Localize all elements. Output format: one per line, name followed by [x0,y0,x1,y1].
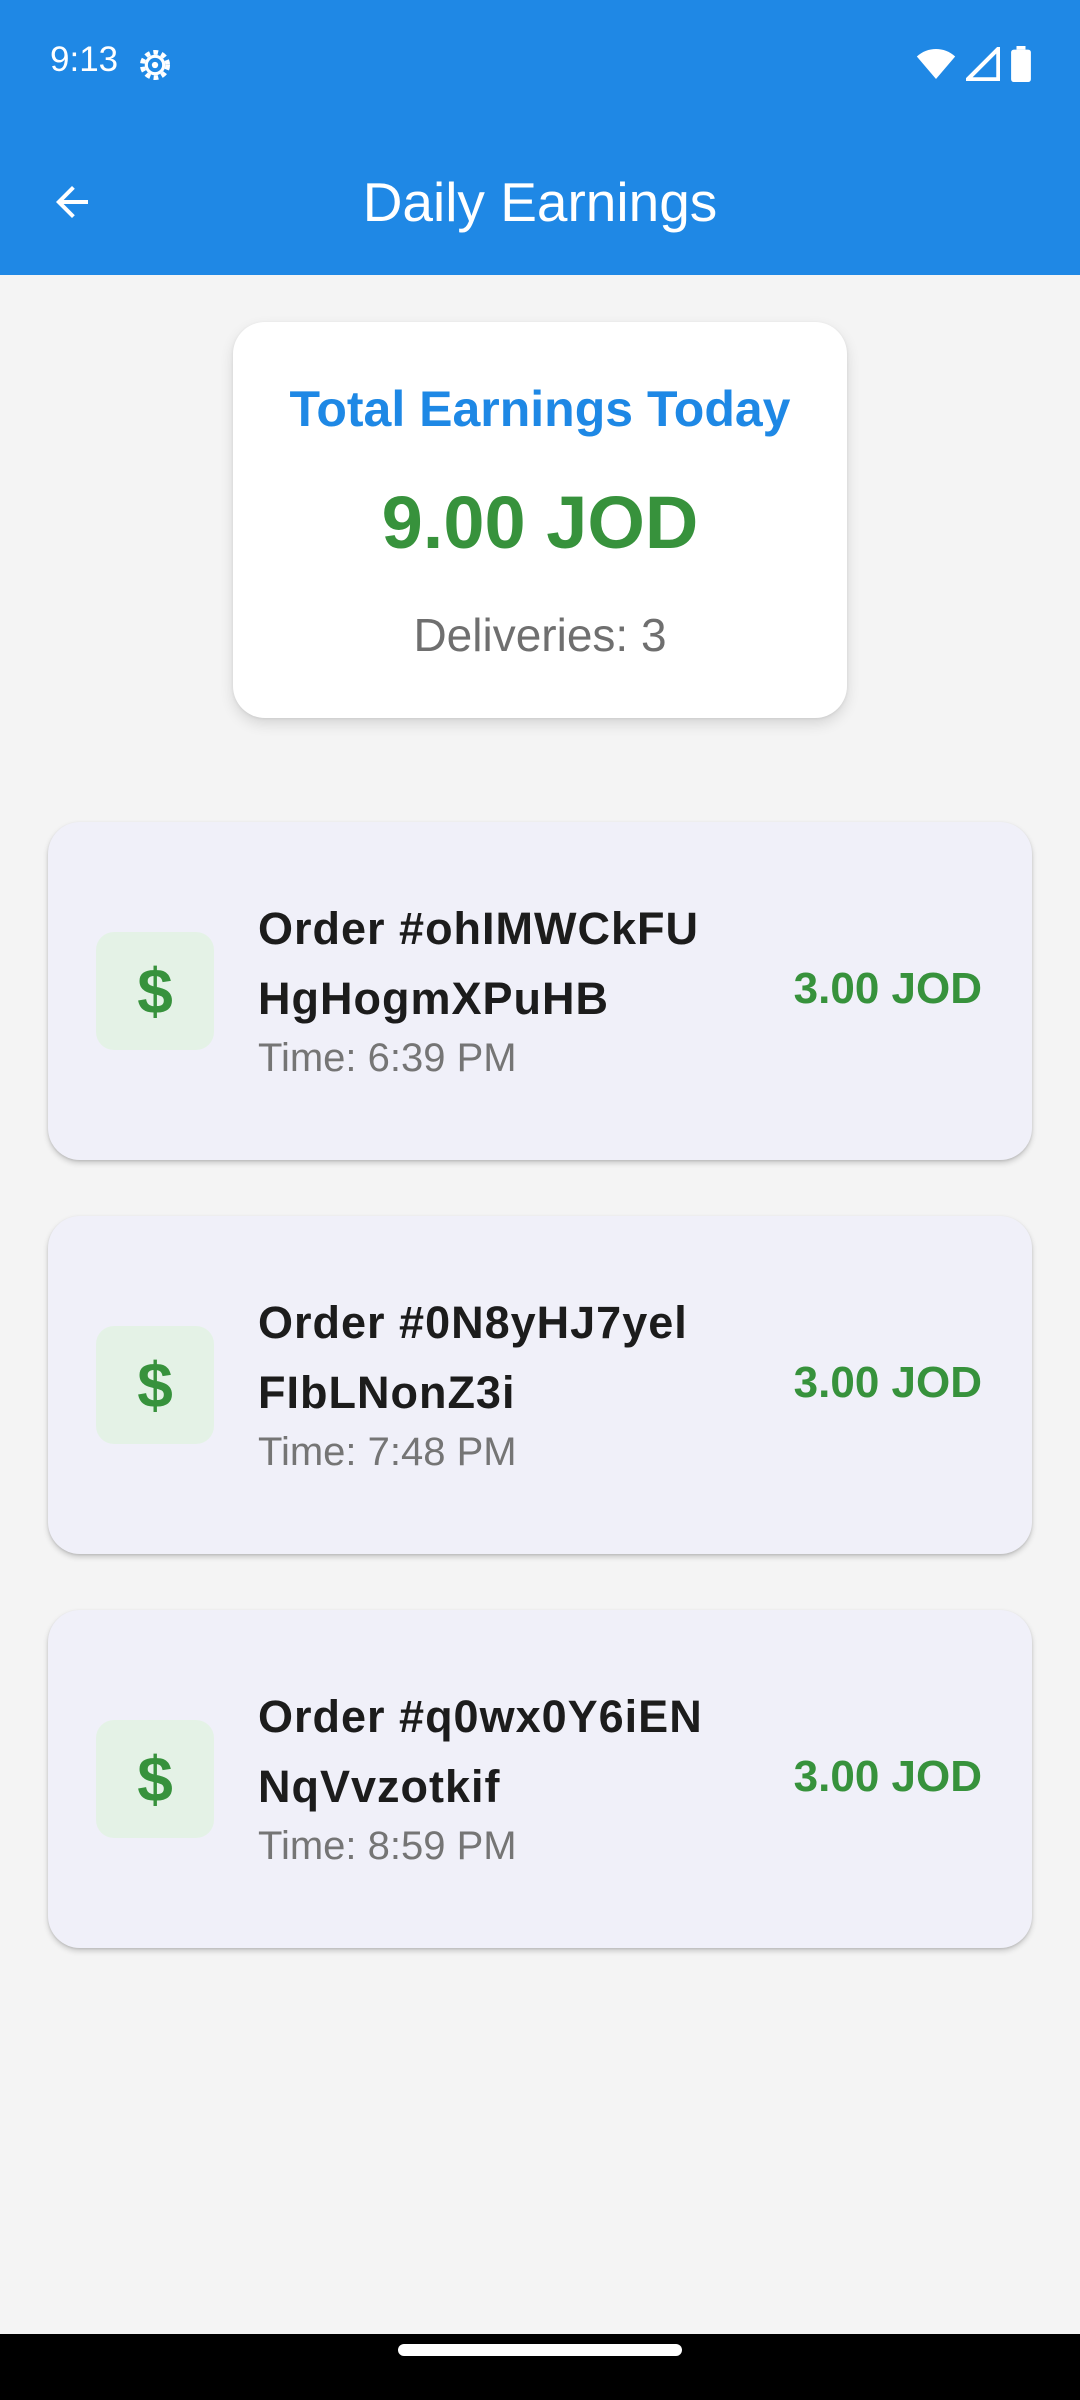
order-title: Order #q0wx0Y6iEN NqVvzotkif [258,1682,778,1822]
order-id-line-2: FIbLNonZ3i [258,1367,516,1418]
dollar-icon: $ [96,1720,214,1838]
home-gesture-handle[interactable] [398,2344,682,2356]
dollar-icon: $ [96,932,214,1050]
page-title: Daily Earnings [362,171,718,233]
app-bar: Daily Earnings [0,128,1080,275]
order-id-line-2: HgHogmXPuHB [258,973,609,1024]
order-amount: 3.00 JOD [793,1752,982,1801]
status-bar: 9:13 [0,0,1080,128]
order-card[interactable]: $ Order #q0wx0Y6iEN NqVvzotkif Time: 8:5… [48,1610,1032,1948]
summary-title: Total Earnings Today [289,381,791,437]
order-card[interactable]: $ Order #0N8yHJ7yel FIbLNonZ3i Time: 7:4… [48,1216,1032,1554]
order-time: Time: 7:48 PM [258,1430,517,1474]
order-id-line-1: Order #ohIMWCkFU [258,903,700,954]
total-earnings-amount: 9.00 JOD [381,481,699,564]
dollar-icon: $ [96,1326,214,1444]
battery-icon [1010,46,1032,87]
earnings-summary-card: Total Earnings Today 9.00 JOD Deliveries… [233,322,847,718]
order-time: Time: 8:59 PM [258,1824,517,1868]
order-id-line-1: Order #q0wx0Y6iEN [258,1691,703,1742]
order-time: Time: 6:39 PM [258,1036,517,1080]
order-amount: 3.00 JOD [793,1358,982,1407]
status-time: 9:13 [50,40,119,79]
order-title: Order #ohIMWCkFU HgHogmXPuHB [258,894,778,1034]
wifi-icon [916,47,956,86]
order-id-line-1: Order #0N8yHJ7yel [258,1297,688,1348]
order-title: Order #0N8yHJ7yel FIbLNonZ3i [258,1288,778,1428]
settings-gear-icon [136,46,174,84]
deliveries-count: Deliveries: 3 [413,609,667,661]
order-amount: 3.00 JOD [793,964,982,1013]
order-id-line-2: NqVvzotkif [258,1761,501,1812]
order-card[interactable]: $ Order #ohIMWCkFU HgHogmXPuHB Time: 6:3… [48,822,1032,1160]
cellular-signal-icon [962,43,1001,86]
